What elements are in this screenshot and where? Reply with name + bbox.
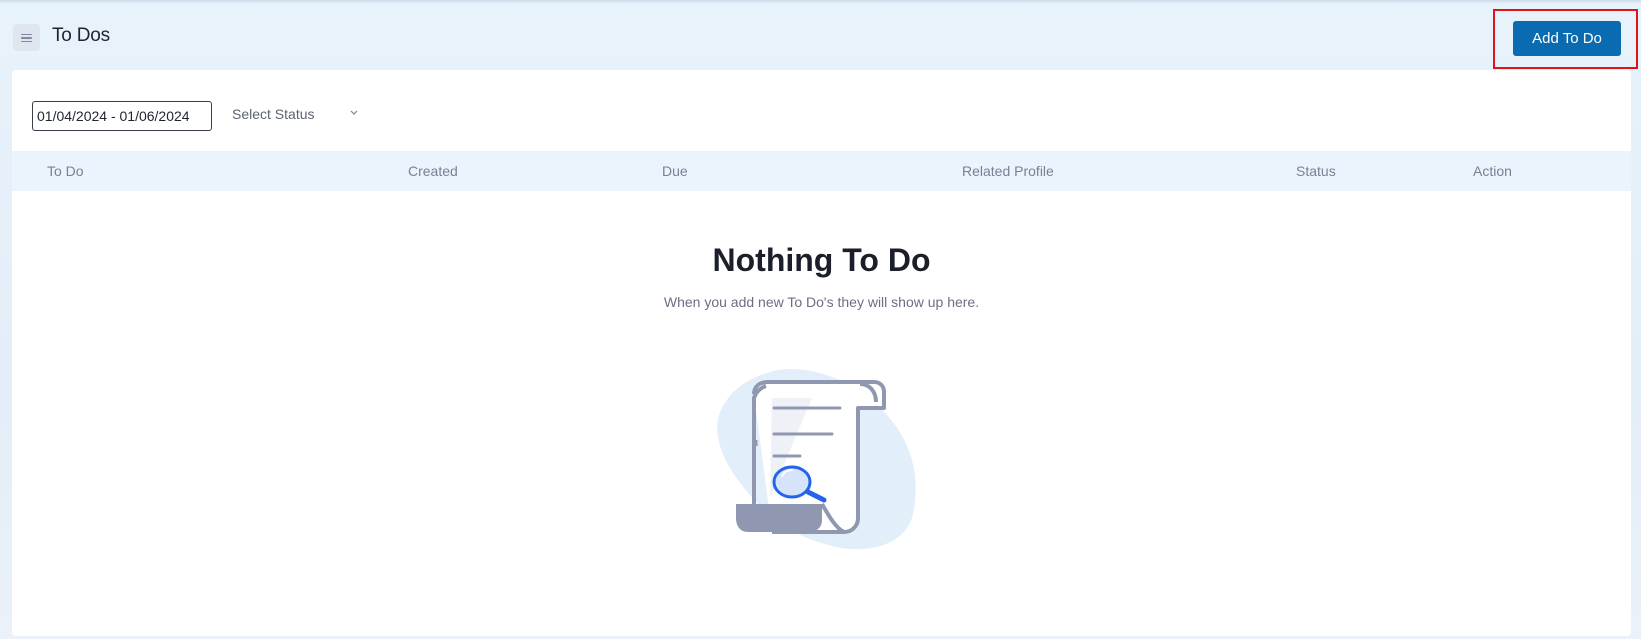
- page-title: To Dos: [52, 25, 110, 46]
- status-select[interactable]: Select Status: [232, 106, 372, 128]
- document-search-icon: [712, 368, 942, 558]
- column-header-todo: To Do: [47, 163, 84, 179]
- todos-card: 01/04/2024 - 01/06/2024 Select Status To…: [12, 70, 1631, 636]
- empty-state-title: Nothing To Do: [712, 242, 931, 278]
- top-bar: To Dos Add To Do: [0, 0, 1641, 72]
- column-header-related-profile: Related Profile: [962, 163, 1054, 179]
- column-header-created: Created: [408, 163, 458, 179]
- menu-button[interactable]: [13, 24, 40, 51]
- column-header-status: Status: [1296, 163, 1336, 179]
- column-header-action: Action: [1473, 163, 1512, 179]
- empty-state-subtitle: When you add new To Do's they will show …: [663, 294, 980, 310]
- column-header-due: Due: [662, 163, 688, 179]
- status-select-label: Select Status: [232, 106, 315, 122]
- table-header: To Do Created Due Related Profile Status…: [12, 151, 1631, 191]
- add-todo-button[interactable]: Add To Do: [1513, 21, 1621, 56]
- date-range-input[interactable]: 01/04/2024 - 01/06/2024: [32, 101, 212, 131]
- hamburger-menu-icon: [21, 33, 32, 42]
- chevron-down-icon: [350, 108, 358, 119]
